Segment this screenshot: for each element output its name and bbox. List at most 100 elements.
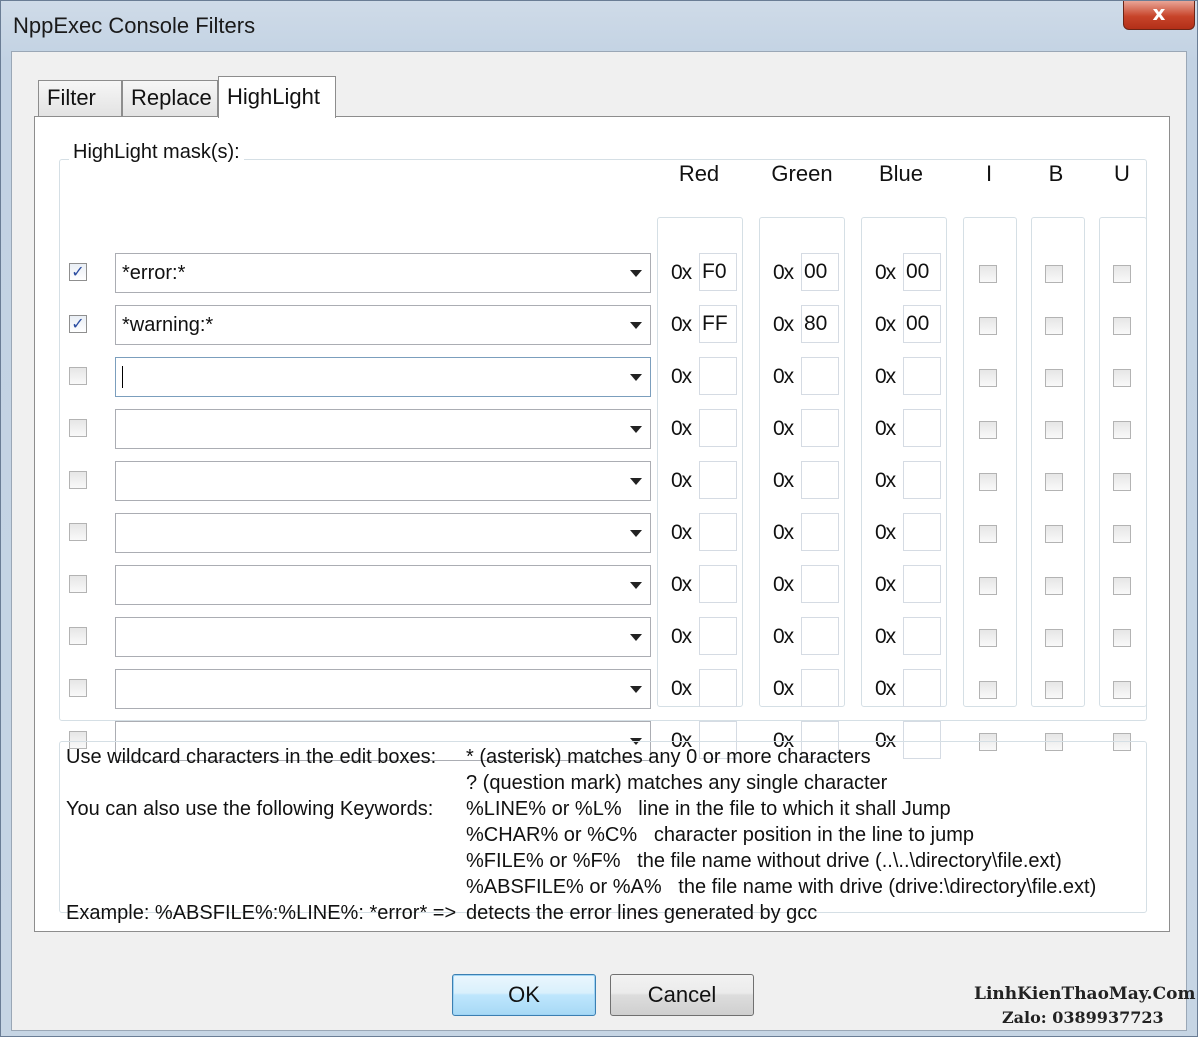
mask-combobox[interactable]: *warning:* xyxy=(115,305,651,345)
red-hex-prefix: 0x xyxy=(671,625,692,648)
bold-checkbox[interactable] xyxy=(1045,473,1063,491)
tab-highlight[interactable]: HighLight xyxy=(218,76,336,118)
row-enable-checkbox[interactable]: ✓ xyxy=(69,263,87,281)
underline-checkbox[interactable] xyxy=(1113,421,1131,439)
row-enable-checkbox[interactable] xyxy=(69,367,87,385)
tab-replace[interactable]: Replace xyxy=(122,80,218,116)
bold-checkbox[interactable] xyxy=(1045,265,1063,283)
text-caret xyxy=(122,366,123,388)
green-hex-input[interactable] xyxy=(801,461,839,499)
underline-checkbox[interactable] xyxy=(1113,577,1131,595)
blue-hex-input[interactable] xyxy=(903,513,941,551)
blue-hex-input[interactable]: 00 xyxy=(903,305,941,343)
mask-combobox[interactable] xyxy=(115,669,651,709)
red-hex-input[interactable] xyxy=(699,409,737,447)
italic-checkbox[interactable] xyxy=(979,629,997,647)
red-hex-input[interactable] xyxy=(699,669,737,707)
mask-combobox[interactable] xyxy=(115,617,651,657)
underline-checkbox[interactable] xyxy=(1113,681,1131,699)
row-enable-checkbox[interactable] xyxy=(69,471,87,489)
bold-checkbox[interactable] xyxy=(1045,369,1063,387)
ok-button[interactable]: OK xyxy=(452,974,596,1016)
green-hex-input[interactable] xyxy=(801,409,839,447)
chevron-down-icon[interactable] xyxy=(630,582,642,589)
checkmark-icon: ✓ xyxy=(71,314,85,333)
red-hex-input[interactable] xyxy=(699,565,737,603)
green-hex-input[interactable]: 80 xyxy=(801,305,839,343)
italic-checkbox[interactable] xyxy=(979,525,997,543)
red-hex-input[interactable]: FF xyxy=(699,305,737,343)
bold-checkbox[interactable] xyxy=(1045,577,1063,595)
italic-checkbox[interactable] xyxy=(979,421,997,439)
row-enable-checkbox[interactable] xyxy=(69,575,87,593)
help-line-text: %CHAR% or %C% character position in the … xyxy=(466,824,974,846)
row-enable-checkbox[interactable] xyxy=(69,523,87,541)
red-hex-input[interactable] xyxy=(699,513,737,551)
row-enable-checkbox[interactable] xyxy=(69,627,87,645)
green-hex-input[interactable] xyxy=(801,357,839,395)
underline-checkbox[interactable] xyxy=(1113,473,1131,491)
green-hex-input[interactable]: 00 xyxy=(801,253,839,291)
mask-combobox[interactable] xyxy=(115,409,651,449)
mask-combobox[interactable] xyxy=(115,565,651,605)
blue-hex-input[interactable] xyxy=(903,409,941,447)
tab-filter[interactable]: Filter xyxy=(38,80,122,116)
blue-hex-input[interactable] xyxy=(903,357,941,395)
chevron-down-icon[interactable] xyxy=(630,530,642,537)
bold-checkbox[interactable] xyxy=(1045,525,1063,543)
underline-checkbox[interactable] xyxy=(1113,265,1131,283)
blue-hex-input[interactable] xyxy=(903,617,941,655)
italic-checkbox[interactable] xyxy=(979,577,997,595)
highlight-row: 0x 0x 0x xyxy=(35,407,1171,451)
red-hex-input[interactable] xyxy=(699,461,737,499)
blue-hex-prefix: 0x xyxy=(875,261,896,284)
chevron-down-icon[interactable] xyxy=(630,374,642,381)
italic-checkbox[interactable] xyxy=(979,681,997,699)
red-hex-input[interactable]: F0 xyxy=(699,253,737,291)
italic-checkbox[interactable] xyxy=(979,265,997,283)
highlight-row: 0x 0x 0x xyxy=(35,667,1171,711)
underline-checkbox[interactable] xyxy=(1113,317,1131,335)
italic-checkbox[interactable] xyxy=(979,317,997,335)
help-line-text: %LINE% or %L% line in the file to which … xyxy=(466,798,951,820)
underline-checkbox[interactable] xyxy=(1113,525,1131,543)
red-hex-input[interactable] xyxy=(699,617,737,655)
mask-combobox[interactable] xyxy=(115,357,651,397)
italic-checkbox[interactable] xyxy=(979,369,997,387)
green-hex-input[interactable] xyxy=(801,669,839,707)
red-hex-prefix: 0x xyxy=(671,469,692,492)
cancel-button[interactable]: Cancel xyxy=(610,974,754,1016)
underline-checkbox[interactable] xyxy=(1113,629,1131,647)
row-enable-checkbox[interactable]: ✓ xyxy=(69,315,87,333)
green-hex-input[interactable] xyxy=(801,565,839,603)
blue-hex-input[interactable]: 00 xyxy=(903,253,941,291)
green-hex-input[interactable] xyxy=(801,617,839,655)
chevron-down-icon[interactable] xyxy=(630,686,642,693)
bold-checkbox[interactable] xyxy=(1045,317,1063,335)
mask-combobox[interactable] xyxy=(115,513,651,553)
chevron-down-icon[interactable] xyxy=(630,322,642,329)
mask-combobox[interactable] xyxy=(115,461,651,501)
chevron-down-icon[interactable] xyxy=(630,426,642,433)
italic-checkbox[interactable] xyxy=(979,473,997,491)
close-button[interactable]: x xyxy=(1123,1,1195,30)
bold-column-header: B xyxy=(1045,161,1067,187)
chevron-down-icon[interactable] xyxy=(630,634,642,641)
row-enable-checkbox[interactable] xyxy=(69,419,87,437)
bold-checkbox[interactable] xyxy=(1045,681,1063,699)
row-enable-checkbox[interactable] xyxy=(69,679,87,697)
mask-combobox[interactable]: *error:* xyxy=(115,253,651,293)
blue-hex-input[interactable] xyxy=(903,565,941,603)
green-hex-prefix: 0x xyxy=(773,469,794,492)
title-bar[interactable]: NppExec Console Filters x xyxy=(1,1,1197,51)
chevron-down-icon[interactable] xyxy=(630,270,642,277)
green-hex-input[interactable] xyxy=(801,513,839,551)
blue-hex-input[interactable] xyxy=(903,669,941,707)
bold-checkbox[interactable] xyxy=(1045,421,1063,439)
chevron-down-icon[interactable] xyxy=(630,478,642,485)
blue-hex-input[interactable] xyxy=(903,461,941,499)
underline-checkbox[interactable] xyxy=(1113,369,1131,387)
bold-checkbox[interactable] xyxy=(1045,629,1063,647)
red-hex-prefix: 0x xyxy=(671,417,692,440)
red-hex-input[interactable] xyxy=(699,357,737,395)
